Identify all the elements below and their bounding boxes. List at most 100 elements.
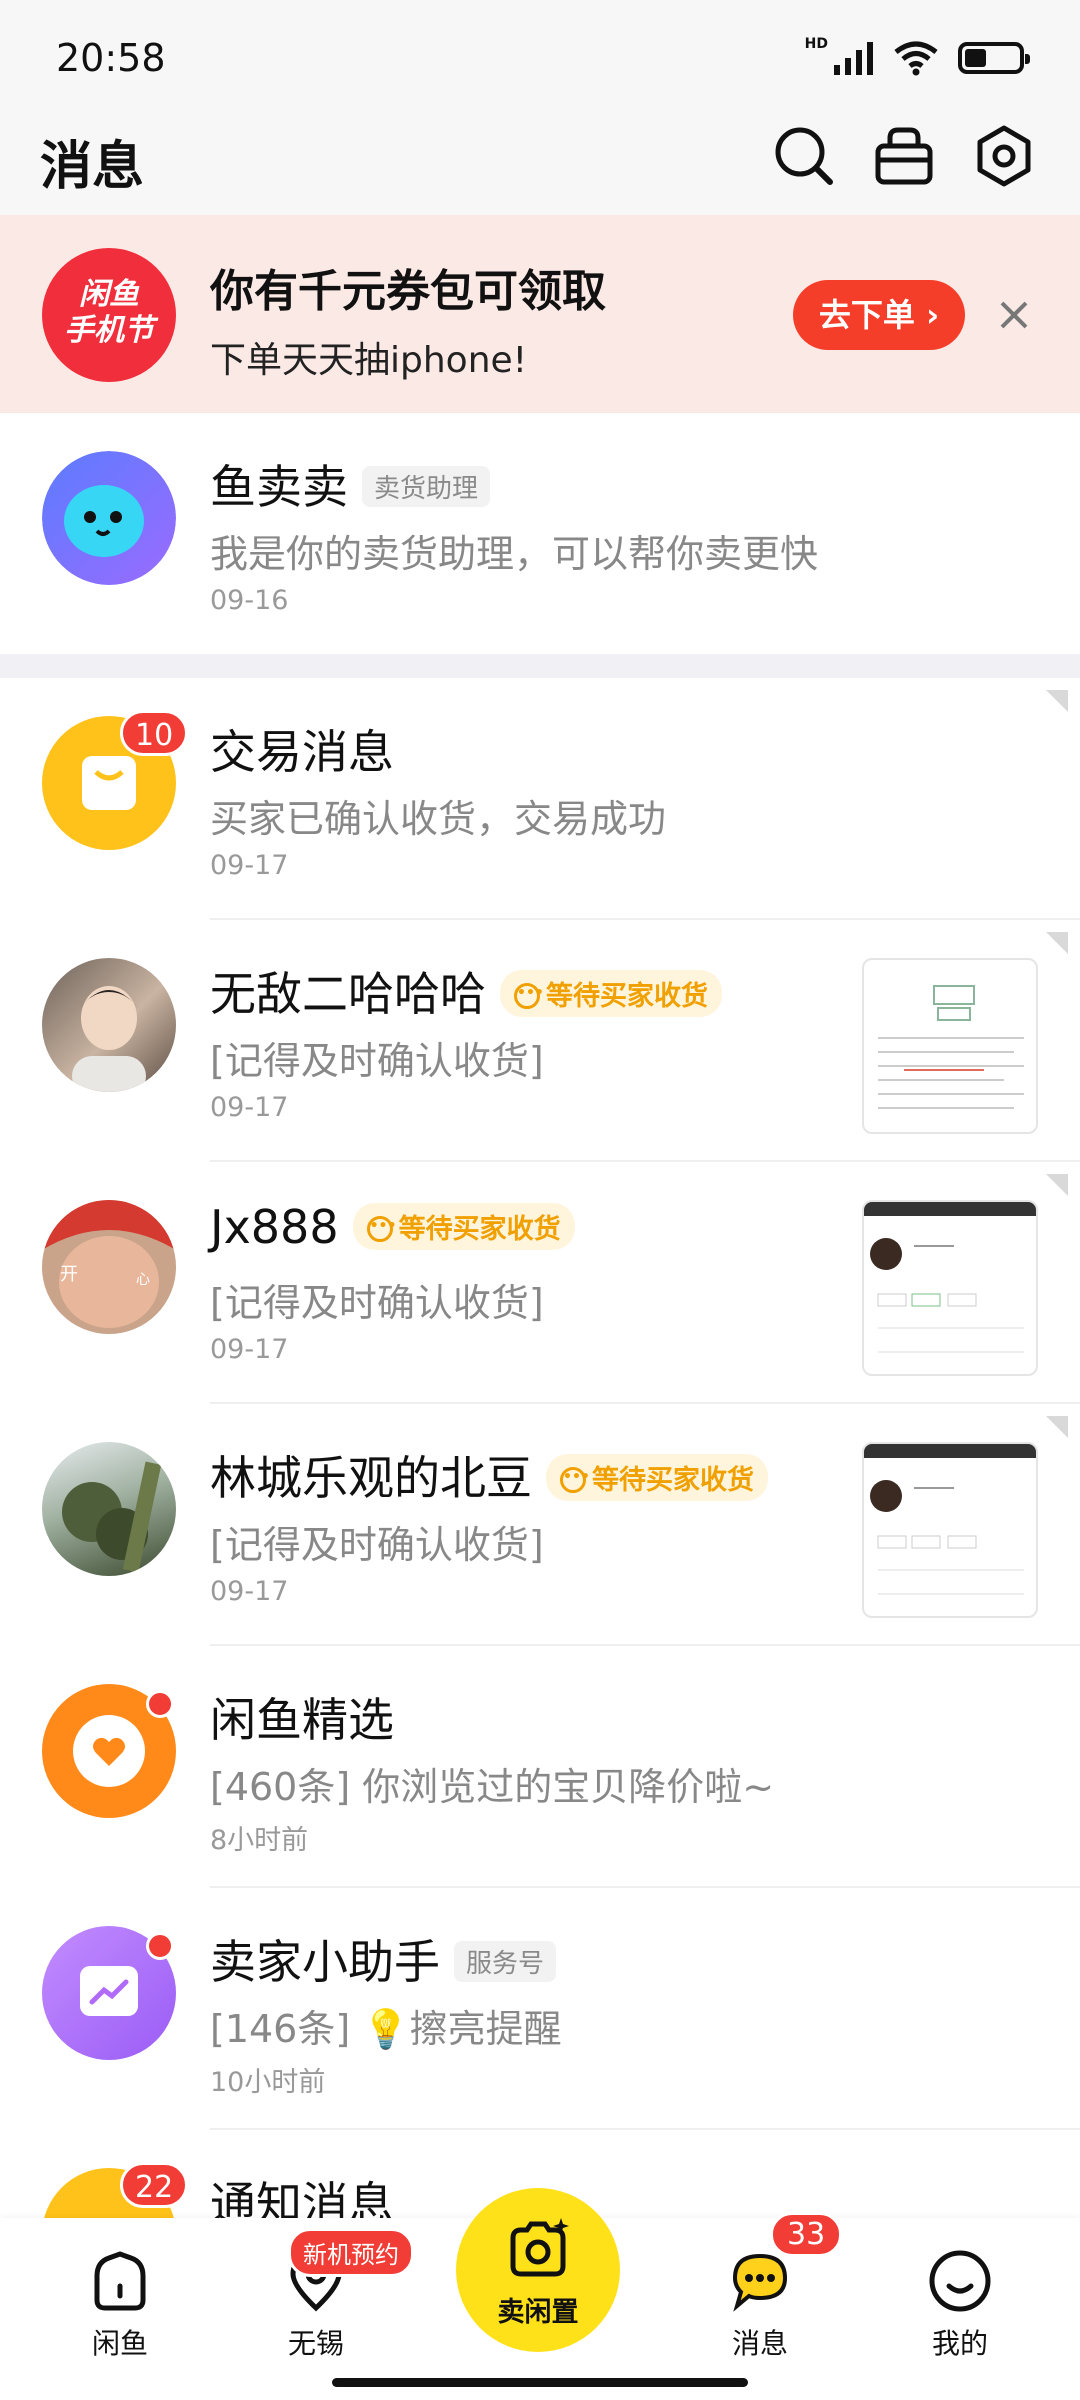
promo-logo-line1: 闲鱼	[79, 277, 139, 312]
promo-banner[interactable]: 闲鱼 手机节 你有千元券包可领取 下单天天抽iphone! 去下单 ›	[0, 215, 1080, 413]
assistant-name: 鱼卖卖 卖货助理	[210, 451, 491, 517]
sell-label: 卖闲置	[497, 2297, 579, 2328]
home-indicator[interactable]	[332, 2378, 748, 2387]
conversation-title: 无敌二哈哈哈 •••等待买家收货	[210, 958, 722, 1024]
more-dots-icon: •••	[366, 1215, 396, 1242]
conversation-date: 09-17	[210, 850, 289, 881]
assistant-name-text: 鱼卖卖	[210, 460, 348, 514]
status-bar: 20:58 HD	[0, 0, 1080, 110]
conversation-row-user1[interactable]: 无敌二哈哈哈 •••等待买家收货 [记得及时确认收货] 09-17	[0, 920, 1080, 1162]
status-badge: •••等待买家收货	[352, 1203, 575, 1250]
conversation-row-featured[interactable]: 闲鱼精选 [460条] 你浏览过的宝贝降价啦~ 8小时前	[0, 1646, 1080, 1888]
pin-corner-icon	[1046, 1174, 1068, 1196]
user-photo-icon: 开 心	[42, 1200, 176, 1328]
battery-level	[965, 49, 986, 67]
service-tag: 服务号	[454, 1941, 557, 1982]
conversation-message: [记得及时确认收货]	[210, 1523, 544, 1567]
status-icons: HD	[805, 36, 1030, 76]
more-dots-icon: •••	[560, 1466, 590, 1493]
network-type: HD	[804, 36, 828, 52]
more-dots-icon: •••	[514, 982, 544, 1009]
smile-face-icon	[929, 2250, 991, 2312]
conversation-message: [记得及时确认收货]	[210, 1281, 544, 1325]
home-icon	[94, 2251, 146, 2311]
conversation-date: 09-17	[210, 1092, 289, 1123]
app-screenshot-thumbnail-icon	[864, 1444, 1036, 1595]
promo-title: 你有千元券包可领取	[210, 266, 606, 317]
conversation-message: [146条] 💡擦亮提醒	[210, 2007, 562, 2051]
status-badge: •••等待买家收货	[546, 1454, 768, 1501]
settings-icon[interactable]	[972, 124, 1036, 188]
promo-logo-line2: 手机节	[64, 313, 154, 348]
conversation-title: 通知消息	[210, 2177, 394, 2218]
avatar	[42, 1442, 176, 1576]
conversation-date: 8小时前	[210, 1825, 309, 1856]
tree-photo-icon	[62, 1461, 162, 1573]
item-thumbnail	[862, 1442, 1038, 1618]
header: 消息	[0, 110, 1080, 215]
pin-corner-icon	[1046, 1416, 1068, 1438]
assistant-tag: 卖货助理	[362, 466, 491, 507]
item-thumbnail	[862, 958, 1038, 1134]
status-badge-text: 等待买家收货	[398, 1214, 561, 1245]
new-phone-badge: 新机预约	[288, 2228, 414, 2277]
unread-badge: 22	[120, 2162, 189, 2208]
conversation-title: 交易消息	[210, 725, 394, 779]
document-thumbnail-icon	[878, 985, 1024, 1109]
status-badge: •••等待买家收货	[500, 970, 722, 1017]
status-time: 20:58	[56, 36, 166, 80]
pin-corner-icon	[1046, 932, 1068, 954]
conversation-title: 林城乐观的北豆 •••等待买家收货	[210, 1442, 768, 1508]
sell-button[interactable]: 卖闲置	[456, 2188, 620, 2352]
close-icon[interactable]	[994, 295, 1034, 335]
conversation-title-text: 无敌二哈哈哈	[210, 967, 486, 1021]
section-divider	[0, 654, 1080, 678]
unread-dot	[146, 1932, 174, 1960]
conversation-title-text: 林城乐观的北豆	[210, 1451, 532, 1505]
nav-home-label: 闲鱼	[91, 2327, 148, 2360]
promo-subtitle: 下单天天抽iphone!	[210, 340, 528, 381]
conversation-title: 闲鱼精选	[210, 1693, 394, 1747]
promo-order-button[interactable]: 去下单 ›	[793, 280, 965, 350]
app-screenshot-thumbnail-icon	[864, 1202, 1036, 1353]
assistant-message: 我是你的卖货助理，可以帮你卖更快	[210, 532, 819, 576]
nav-messages-label: 消息	[731, 2327, 788, 2360]
assistant-row[interactable]: 鱼卖卖 卖货助理 我是你的卖货助理，可以帮你卖更快 09-16	[0, 413, 1080, 655]
search-icon[interactable]	[772, 124, 836, 188]
avatar: 开 心	[42, 1200, 176, 1334]
conversation-row-trade[interactable]: 10 交易消息 买家已确认收货，交易成功 09-17	[0, 678, 1080, 920]
camera-sparkle-icon	[510, 2218, 569, 2277]
conversation-title: Jx888 •••等待买家收货	[210, 1200, 575, 1254]
wifi-icon	[894, 41, 938, 76]
nav-home[interactable]: 闲鱼	[40, 2248, 200, 2362]
battery-icon	[958, 42, 1030, 74]
pin-corner-icon	[1046, 690, 1068, 712]
assistant-mascot-icon	[42, 451, 176, 585]
nav-local-label: 无锡	[287, 2327, 344, 2360]
status-badge-text: 等待买家收货	[546, 981, 708, 1012]
promo-logo: 闲鱼 手机节	[42, 248, 176, 382]
messages-count-badge: 33	[770, 2212, 843, 2257]
conversation-date: 09-17	[210, 1334, 289, 1365]
nav-me[interactable]: 我的	[880, 2248, 1040, 2362]
assistant-date: 09-16	[210, 585, 289, 616]
avatar	[42, 958, 176, 1092]
page-title: 消息	[40, 137, 145, 197]
conversation-row-seller-helper[interactable]: 卖家小助手 服务号 [146条] 💡擦亮提醒 10小时前	[0, 1888, 1080, 2130]
conversation-date: 10小时前	[210, 2067, 326, 2098]
unread-badge: 10	[120, 710, 189, 756]
shop-bag-icon[interactable]	[872, 124, 936, 188]
nav-messages[interactable]: 消息	[680, 2248, 840, 2362]
avatar-text-right: 心	[136, 1272, 150, 1288]
avatar-text-left: 开	[60, 1264, 78, 1285]
chat-bubble-icon	[732, 2253, 788, 2312]
conversation-row-user2[interactable]: 开 心 Jx888 •••等待买家收货 [记得及时确认收货] 09-17	[0, 1162, 1080, 1404]
conversation-row-user3[interactable]: 林城乐观的北豆 •••等待买家收货 [记得及时确认收货] 09-17	[0, 1404, 1080, 1646]
conversation-date: 09-17	[210, 1576, 289, 1607]
conversation-message: [460条] 你浏览过的宝贝降价啦~	[210, 1765, 775, 1809]
user-photo-icon	[72, 986, 146, 1092]
nav-me-label: 我的	[931, 2327, 988, 2360]
item-thumbnail	[862, 1200, 1038, 1376]
conversation-title-text: 卖家小助手	[210, 1935, 440, 1989]
conversation-title-text: Jx888	[210, 1200, 339, 1254]
